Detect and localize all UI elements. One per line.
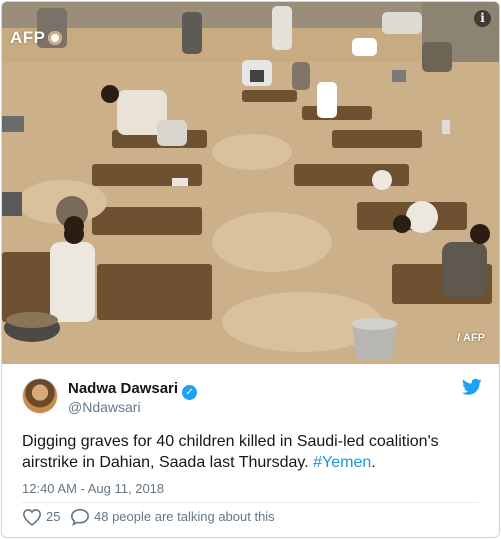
photo-credit: / AFP [457,332,485,344]
author-name-text: Nadwa Dawsari [68,380,179,397]
reply-bubble-icon [70,508,90,526]
tweet-timestamp[interactable]: 12:40 AM - Aug 11, 2018 [22,481,164,496]
verified-check-icon: ✓ [182,385,198,400]
photo-scene [2,2,499,364]
conversation-button[interactable]: 48 people are talking about this [70,508,330,528]
info-icon[interactable]: i [474,10,491,27]
tweet-photo[interactable]: AFP i / AFP [2,2,499,364]
divider [22,502,479,503]
heart-icon [22,508,42,526]
tweet-text: Digging graves for 40 children killed in… [22,431,482,473]
like-count: 25 [46,509,61,524]
tweet-text-line-2-prefix: airstrike in Dahian, Saada last Thursday… [22,454,314,471]
twitter-bird-icon[interactable] [462,378,482,396]
conversation-text: 48 people are talking about this [94,509,275,524]
author-handle[interactable]: @Ndawsari [68,399,141,415]
tweet-text-suffix: . [371,454,376,471]
tweet-card: AFP i / AFP Nadwa Dawsari ✓ @Ndawsari Dig… [1,1,500,538]
agency-logo: AFP [10,28,62,48]
avatar[interactable] [22,378,58,414]
author-row: Nadwa Dawsari ✓ @Ndawsari [22,376,482,420]
agency-logo-mark-icon [47,31,62,45]
hashtag-link[interactable]: #Yemen [313,454,371,471]
tweet-text-line-2: airstrike in Dahian, Saada last Thursday… [22,452,482,473]
author-name[interactable]: Nadwa Dawsari ✓ [68,380,198,400]
tweet-text-line-1: Digging graves for 40 children killed in… [22,433,439,450]
agency-logo-text: AFP [10,28,46,47]
